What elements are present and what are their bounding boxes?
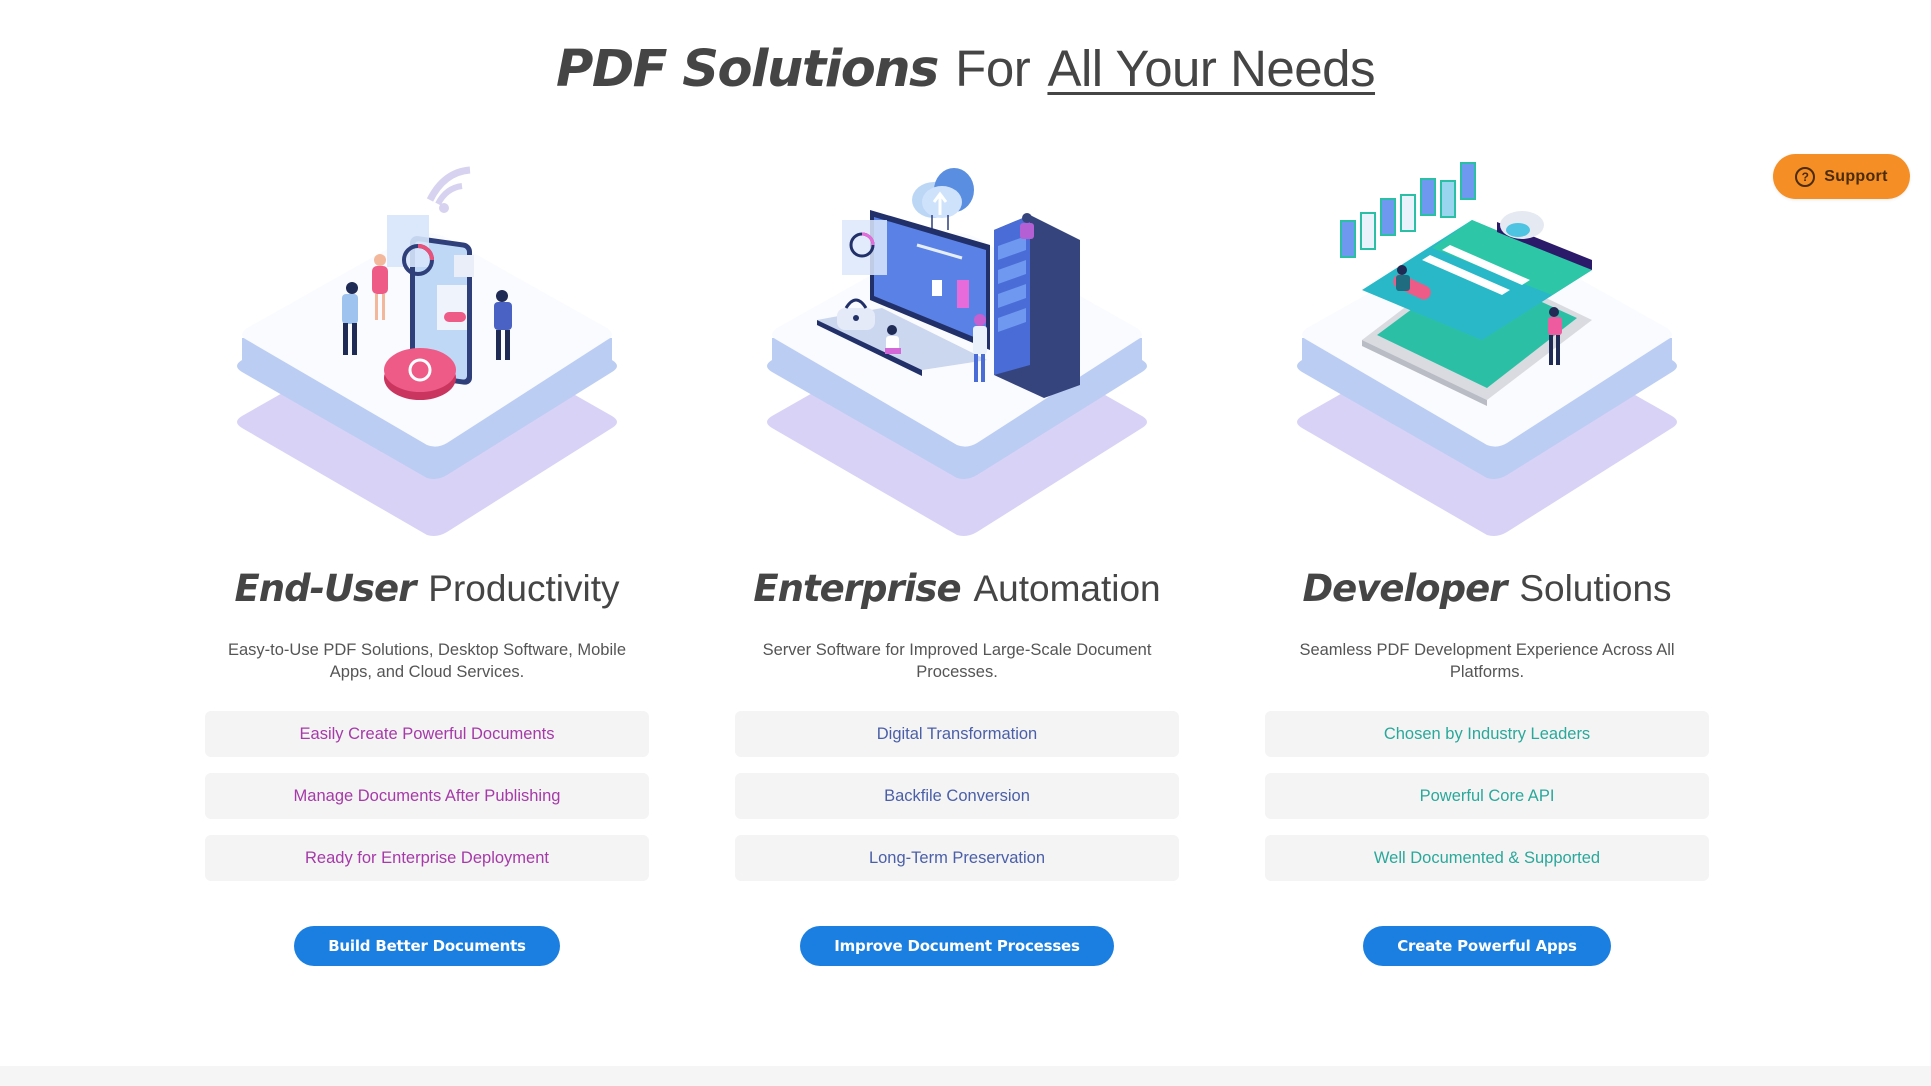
- feature-item[interactable]: Ready for Enterprise Deployment: [205, 835, 649, 881]
- support-button[interactable]: ? Support: [1773, 154, 1910, 199]
- feature-item[interactable]: Manage Documents After Publishing: [205, 773, 649, 819]
- feature-item[interactable]: Backfile Conversion: [735, 773, 1179, 819]
- column-description: Easy-to-Use PDF Solutions, Desktop Softw…: [228, 641, 626, 681]
- feature-item[interactable]: Well Documented & Supported: [1265, 835, 1709, 881]
- feature-item[interactable]: Powerful Core API: [1265, 773, 1709, 819]
- title-middle: For: [955, 40, 1031, 97]
- heading-bold: End-User: [234, 567, 417, 610]
- feature-list: Digital Transformation Backfile Conversi…: [735, 711, 1179, 897]
- improve-document-processes-button[interactable]: Improve Document Processes: [800, 926, 1114, 966]
- heading-bold: Enterprise: [753, 567, 961, 610]
- end-user-productivity-illustration: [237, 166, 617, 536]
- heading-bold: Developer: [1302, 567, 1507, 610]
- create-powerful-apps-button[interactable]: Create Powerful Apps: [1363, 926, 1611, 966]
- enterprise-automation-illustration: [767, 168, 1147, 536]
- column-heading: End-User Productivity: [162, 564, 692, 614]
- cloud-upload-icon: [912, 168, 974, 230]
- question-circle-icon: ?: [1795, 166, 1816, 187]
- feature-list: Easily Create Powerful Documents Manage …: [205, 711, 649, 897]
- title-underlined: All Your Needs: [1047, 40, 1376, 97]
- wifi-icon: [426, 166, 471, 202]
- title-strong: PDF Solutions: [555, 40, 939, 99]
- feature-item[interactable]: Digital Transformation: [735, 711, 1179, 757]
- heading-light: Productivity: [428, 568, 620, 609]
- column-description: Seamless PDF Development Experience Acro…: [1299, 641, 1675, 681]
- feature-item[interactable]: Long-Term Preservation: [735, 835, 1179, 881]
- feature-item[interactable]: Easily Create Powerful Documents: [205, 711, 649, 757]
- feature-list: Chosen by Industry Leaders Powerful Core…: [1265, 711, 1709, 897]
- developer-solutions-illustration: [1297, 162, 1677, 536]
- heading-light: Automation: [973, 568, 1161, 609]
- column-description: Server Software for Improved Large-Scale…: [762, 641, 1152, 681]
- footer-band: [0, 1066, 1931, 1086]
- column-heading: Enterprise Automation: [692, 564, 1222, 614]
- feature-item[interactable]: Chosen by Industry Leaders: [1265, 711, 1709, 757]
- heading-light: Solutions: [1519, 568, 1672, 609]
- column-heading: Developer Solutions: [1222, 564, 1752, 614]
- page-title: PDF Solutions For All Your Needs: [0, 36, 1931, 103]
- build-better-documents-button[interactable]: Build Better Documents: [294, 926, 560, 966]
- support-label: Support: [1824, 167, 1888, 185]
